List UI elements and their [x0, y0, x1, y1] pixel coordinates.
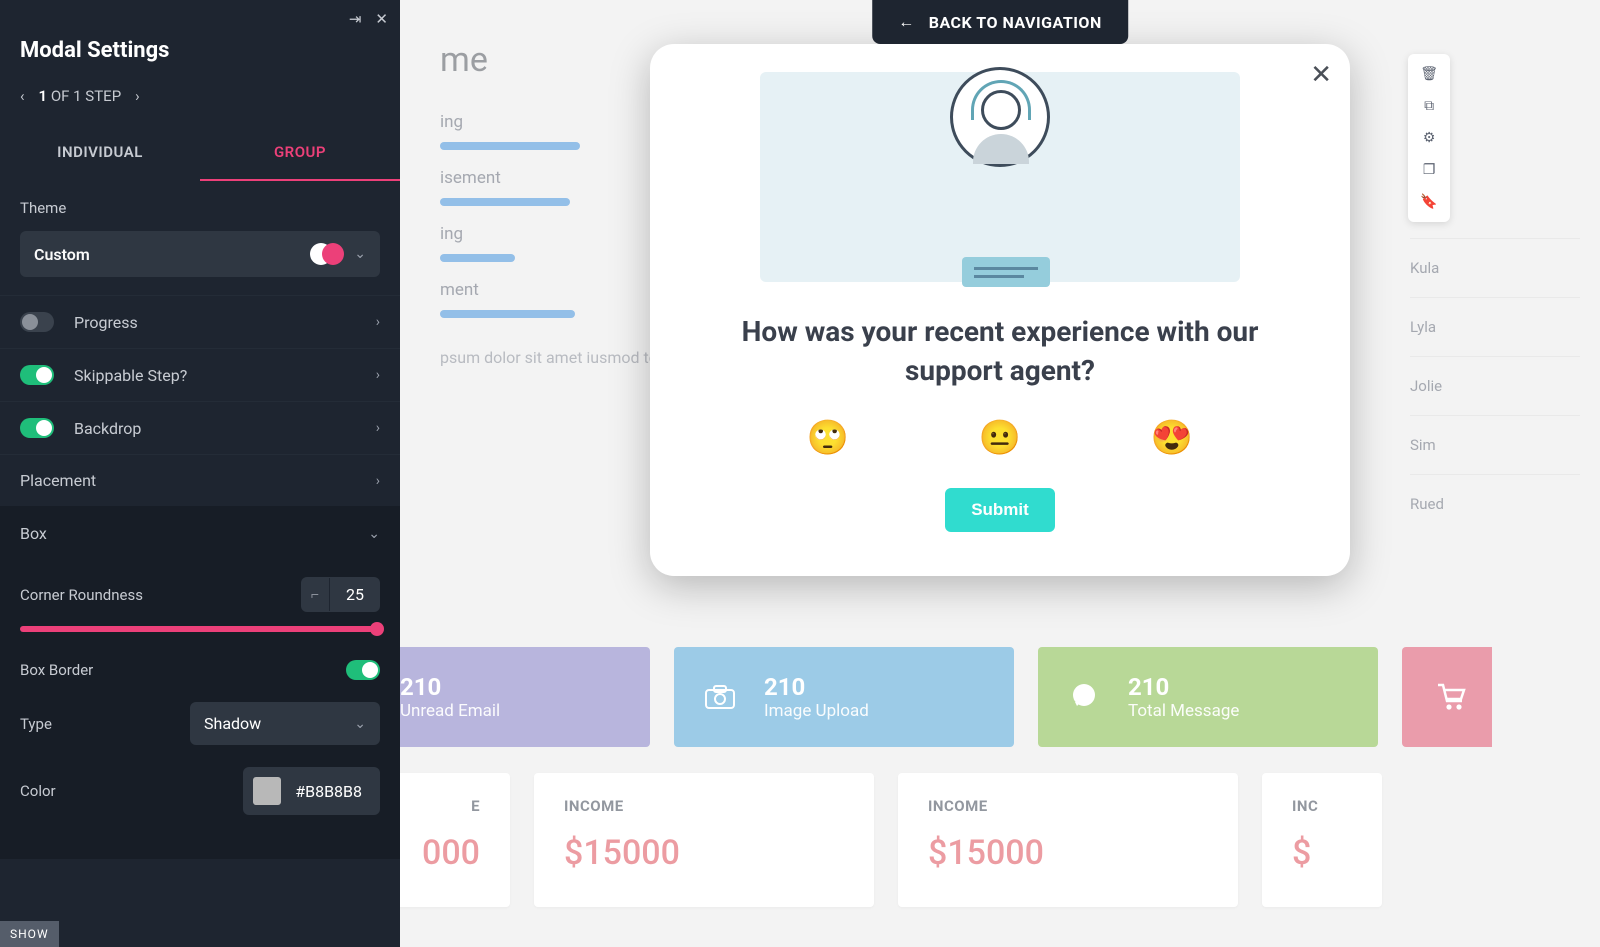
backdrop-label: Backdrop — [74, 419, 141, 438]
row-backdrop[interactable]: Backdrop › — [0, 401, 400, 454]
box-border-toggle[interactable] — [346, 660, 380, 680]
corner-roundness-label: Corner Roundness — [20, 586, 143, 604]
close-icon[interactable]: ✕ — [375, 10, 388, 28]
box-border-label: Box Border — [20, 661, 93, 679]
row-placement[interactable]: Placement › — [0, 454, 400, 506]
backdrop-toggle[interactable] — [20, 418, 54, 438]
progress-label: Progress — [74, 313, 138, 332]
corner-icon: ⌐ — [301, 578, 330, 611]
duplicate-icon[interactable]: ❐ — [1412, 154, 1446, 186]
row-box[interactable]: Box ⌄ — [0, 506, 400, 561]
avatar-icon — [950, 67, 1050, 167]
chevron-down-icon: ⌄ — [368, 526, 380, 542]
slider-thumb[interactable] — [370, 622, 384, 636]
nameplate-icon — [962, 257, 1050, 287]
rating-good[interactable]: 😍 — [1151, 418, 1193, 458]
type-value: Shadow — [204, 714, 261, 733]
bookmark-icon[interactable]: 🔖 — [1412, 186, 1446, 218]
row-skippable[interactable]: Skippable Step? › — [0, 348, 400, 401]
placement-label: Placement — [20, 471, 96, 490]
chevron-down-icon: ⌄ — [354, 246, 366, 262]
submit-button[interactable]: Submit — [945, 488, 1055, 532]
type-select[interactable]: Shadow ⌄ — [190, 702, 380, 745]
corner-roundness-input[interactable]: ⌐ 25 — [301, 577, 380, 612]
box-panel: Corner Roundness ⌐ 25 Box Border Type Sh… — [0, 561, 400, 859]
delete-icon[interactable]: 🗑 — [1412, 58, 1446, 90]
copy-icon[interactable]: ⧉ — [1412, 90, 1446, 122]
step-current: 1 — [39, 87, 48, 105]
rating-options: 🙄 😐 😍 — [688, 414, 1312, 488]
box-label: Box — [20, 524, 47, 543]
row-progress[interactable]: Progress › — [0, 295, 400, 348]
theme-select[interactable]: Custom ⌄ — [20, 231, 380, 277]
chevron-right-icon: › — [376, 314, 380, 330]
theme-value: Custom — [34, 245, 90, 264]
tab-individual[interactable]: INDIVIDUAL — [0, 125, 200, 181]
theme-swatch-accent — [322, 243, 344, 265]
type-label: Type — [20, 715, 52, 733]
modal: ✕ How was your recent experience with ou… — [650, 44, 1350, 576]
color-input[interactable]: #B8B8B8 — [243, 767, 380, 815]
chevron-left-icon[interactable]: ‹ — [20, 87, 25, 105]
theme-label: Theme — [20, 199, 380, 217]
sidebar-title: Modal Settings — [0, 38, 400, 79]
back-label: BACK TO NAVIGATION — [929, 13, 1102, 32]
chevron-right-icon: › — [376, 367, 380, 383]
arrow-left-icon: ← — [898, 12, 915, 32]
skippable-toggle[interactable] — [20, 365, 54, 385]
settings-sidebar: ⇥ ✕ Modal Settings ‹ 1 OF 1 STEP › INDIV… — [0, 0, 400, 947]
back-to-navigation-button[interactable]: ← BACK TO NAVIGATION — [872, 0, 1128, 44]
color-value: #B8B8B8 — [295, 782, 362, 801]
progress-toggle[interactable] — [20, 312, 54, 332]
color-label: Color — [20, 782, 56, 800]
tab-group[interactable]: GROUP — [200, 125, 400, 181]
chevron-right-icon: › — [376, 420, 380, 436]
corner-roundness-value: 25 — [330, 577, 380, 612]
rating-bad[interactable]: 🙄 — [807, 418, 849, 458]
chevron-down-icon: ⌄ — [354, 716, 366, 732]
show-tab[interactable]: SHOW — [0, 921, 59, 947]
element-toolbar: 🗑 ⧉ ⚙ ❐ 🔖 — [1408, 54, 1450, 222]
corner-roundness-slider[interactable] — [20, 626, 380, 632]
chevron-right-icon: › — [376, 473, 380, 489]
step-total: OF 1 STEP — [51, 87, 121, 105]
canvas: me ing isement ing ment psum dolor sit a… — [400, 0, 1600, 947]
color-swatch — [253, 777, 281, 805]
collapse-icon[interactable]: ⇥ — [349, 10, 362, 28]
skippable-label: Skippable Step? — [74, 366, 187, 385]
modal-title: How was your recent experience with our … — [688, 312, 1312, 414]
close-icon[interactable]: ✕ — [1310, 60, 1332, 90]
step-indicator: ‹ 1 OF 1 STEP › — [0, 79, 400, 125]
support-illustration — [760, 72, 1240, 282]
settings-icon[interactable]: ⚙ — [1412, 122, 1446, 154]
rating-neutral[interactable]: 😐 — [979, 418, 1021, 458]
chevron-right-icon[interactable]: › — [135, 87, 140, 105]
